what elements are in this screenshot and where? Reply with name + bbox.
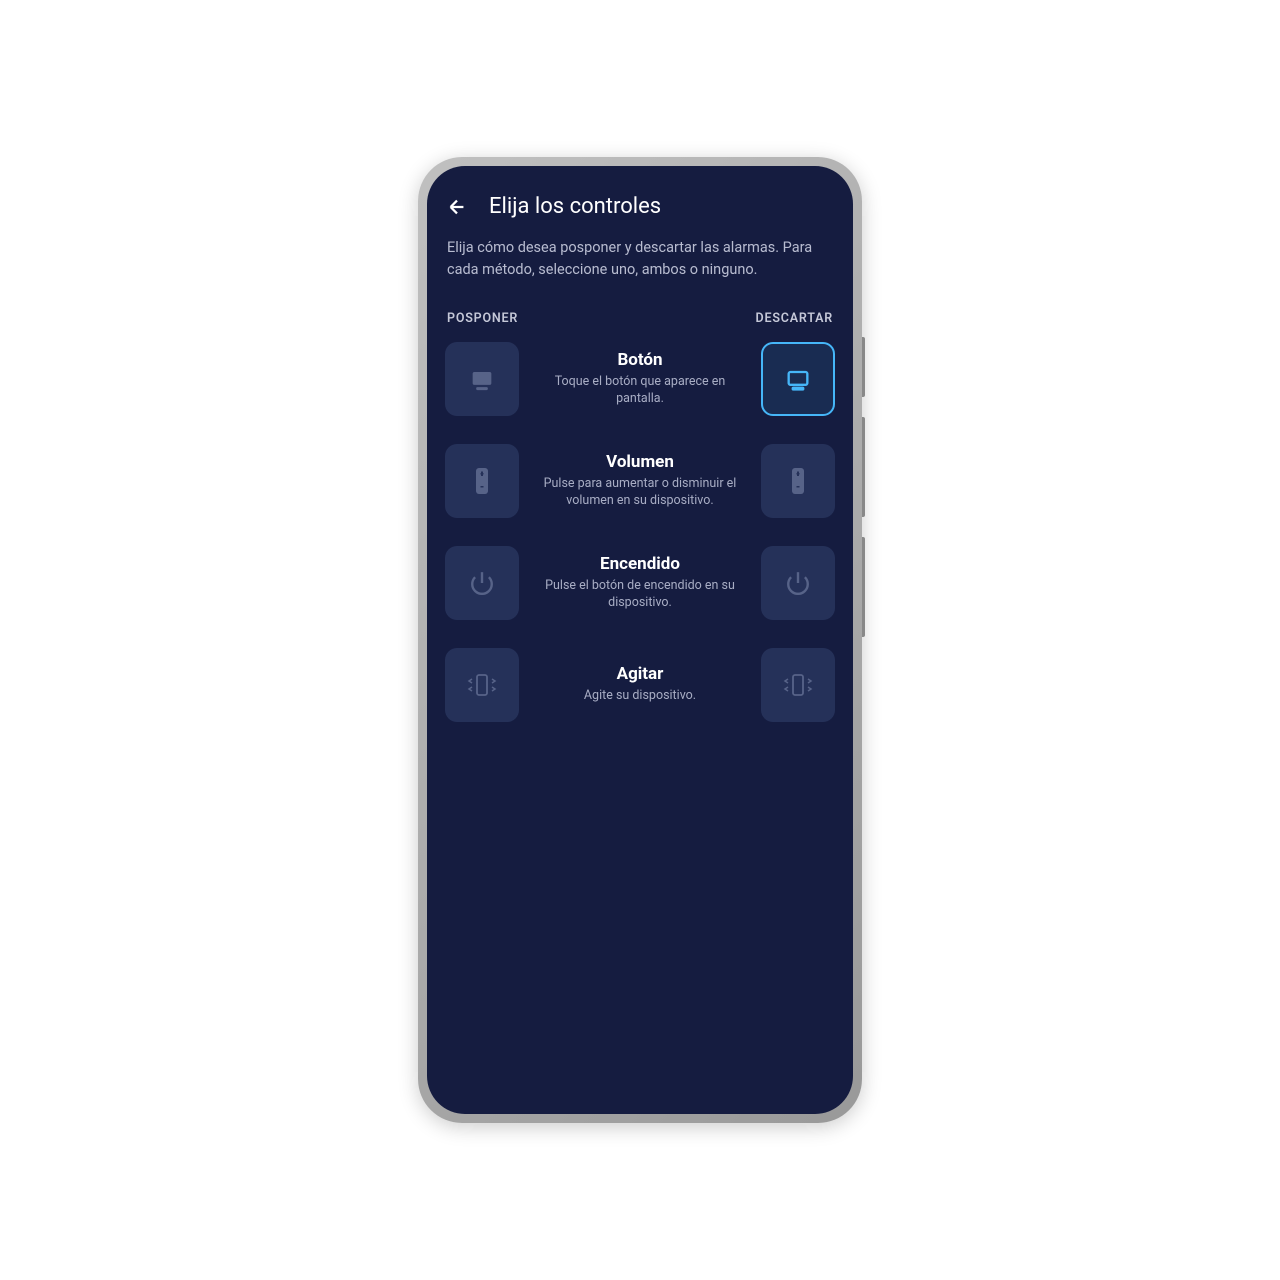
postpone-column-header: POSPONER [447,311,518,326]
control-title: Agitar [537,664,743,684]
phone-side-button [862,417,865,517]
control-title: Encendido [537,554,743,574]
control-description: Toque el botón que aparece en pantalla. [537,374,743,408]
control-text: Volumen Pulse para aumentar o disminuir … [533,452,747,510]
postpone-button-toggle[interactable] [445,342,519,416]
control-row-button: Botón Toque el botón que aparece en pant… [445,342,835,416]
phone-side-button [862,337,865,397]
header: Elija los controles [445,194,835,237]
column-headers: POSPONER DESCARTAR [445,311,835,342]
postpone-shake-toggle[interactable] [445,648,519,722]
page-title: Elija los controles [489,194,661,219]
control-row-power: Encendido Pulse el botón de encendido en… [445,546,835,620]
control-description: Pulse el botón de encendido en su dispos… [537,578,743,612]
dismiss-column-header: DESCARTAR [756,311,833,326]
control-text: Encendido Pulse el botón de encendido en… [533,554,747,612]
dismiss-shake-toggle[interactable] [761,648,835,722]
dismiss-button-toggle[interactable] [761,342,835,416]
shake-icon [466,671,498,699]
control-row-shake: Agitar Agite su dispositivo. [445,648,835,722]
phone-frame: Elija los controles Elija cómo desea pos… [418,157,862,1123]
shake-icon [782,671,814,699]
page-description: Elija cómo desea posponer y descartar la… [445,237,835,311]
power-icon [469,570,495,596]
power-icon [785,570,811,596]
control-title: Botón [537,350,743,370]
control-description: Pulse para aumentar o disminuir el volum… [537,476,743,510]
button-icon [468,365,496,393]
arrow-left-icon [446,196,468,218]
control-text: Agitar Agite su dispositivo. [533,664,747,705]
dismiss-power-toggle[interactable] [761,546,835,620]
volume-icon [788,466,808,496]
control-text: Botón Toque el botón que aparece en pant… [533,350,747,408]
phone-side-button [862,537,865,637]
phone-screen: Elija los controles Elija cómo desea pos… [427,166,853,1114]
back-button[interactable] [445,195,469,219]
control-description: Agite su dispositivo. [537,688,743,705]
control-title: Volumen [537,452,743,472]
button-icon [784,365,812,393]
volume-icon [472,466,492,496]
postpone-power-toggle[interactable] [445,546,519,620]
dismiss-volume-toggle[interactable] [761,444,835,518]
postpone-volume-toggle[interactable] [445,444,519,518]
control-row-volume: Volumen Pulse para aumentar o disminuir … [445,444,835,518]
